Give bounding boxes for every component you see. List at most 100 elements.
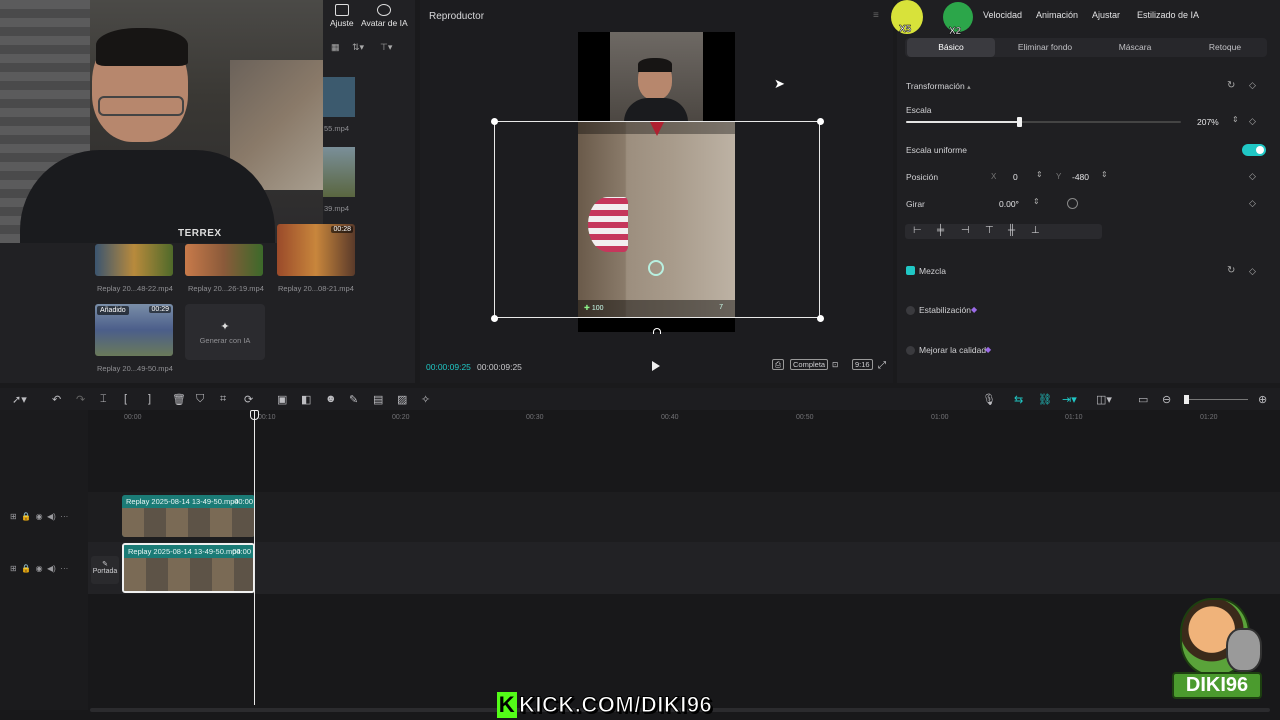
- tab-ajuste[interactable]: Ajuste: [330, 4, 354, 28]
- align-left-icon[interactable]: ⊢: [913, 225, 922, 236]
- grid-view-icon[interactable]: ▦: [331, 42, 340, 53]
- keyframe-blend-icon[interactable]: ◇: [1249, 266, 1256, 277]
- align-center-v-icon[interactable]: ╫: [1008, 225, 1015, 236]
- reset-blend-icon[interactable]: ↻: [1227, 265, 1235, 276]
- image-icon[interactable]: ▨: [397, 393, 407, 406]
- snap-icon[interactable]: ⇆: [1014, 393, 1023, 406]
- scale-slider-knob[interactable]: [1016, 117, 1022, 127]
- sort-icon[interactable]: ⇅▾: [352, 42, 364, 53]
- rotate-handle-icon[interactable]: [653, 328, 661, 334]
- subtab-eliminar-fondo[interactable]: Eliminar fondo: [1001, 38, 1089, 57]
- media-thumb-1[interactable]: [323, 77, 355, 117]
- keyframe-rotate-icon[interactable]: ◇: [1249, 198, 1256, 209]
- person-icon[interactable]: ☻: [325, 393, 337, 405]
- monitor-icon[interactable]: ▭: [1138, 393, 1148, 406]
- keyframe-position-icon[interactable]: ◇: [1249, 171, 1256, 182]
- ripple-icon[interactable]: ⇥▾: [1062, 393, 1077, 406]
- keyframe-transform-icon[interactable]: ◇: [1249, 80, 1256, 91]
- select-tool-icon[interactable]: ➚▾: [12, 393, 27, 406]
- handle-top-left[interactable]: [491, 118, 498, 125]
- nav-ajustar[interactable]: Ajustar: [1092, 10, 1120, 20]
- handle-bottom-right[interactable]: [817, 315, 824, 322]
- speed-icon[interactable]: ⟳: [244, 393, 253, 406]
- nav-velocidad[interactable]: Velocidad: [983, 10, 1022, 20]
- media-thumb-2[interactable]: [323, 147, 355, 197]
- subtab-basico[interactable]: Básico: [907, 38, 995, 57]
- rotate-stepper-icon[interactable]: ⇕: [1033, 197, 1040, 206]
- enhance-checkbox[interactable]: [906, 346, 915, 355]
- microphone-icon[interactable]: 🎙: [982, 393, 996, 406]
- handle-top-right[interactable]: [817, 118, 824, 125]
- clip-track-2[interactable]: Replay 2025-08-14 13-49-50.mp4 00:00: [122, 543, 255, 593]
- layout-icon[interactable]: ◫▾: [1096, 393, 1112, 406]
- track-1-audio-icon[interactable]: ◀): [47, 512, 56, 521]
- align-right-icon[interactable]: ⊣: [961, 225, 970, 236]
- track-2-toggle-icon[interactable]: ⊞: [10, 564, 17, 573]
- scale-slider[interactable]: [906, 117, 1181, 127]
- link-icon[interactable]: ⛓: [1038, 393, 1052, 406]
- nav-animacion[interactable]: Animación: [1036, 10, 1078, 20]
- uniform-scale-toggle[interactable]: [1242, 144, 1266, 156]
- generate-ai-button[interactable]: ✦ Generar con IA: [185, 304, 265, 360]
- zoom-out-icon[interactable]: ⊖: [1162, 393, 1171, 406]
- track-1-toggle-icon[interactable]: ⊞: [10, 512, 17, 521]
- cover-button[interactable]: ✎ Portada: [91, 556, 119, 584]
- play-icon[interactable]: [652, 361, 660, 371]
- split-icon[interactable]: ⌶: [100, 393, 107, 406]
- track-1-lock-icon[interactable]: 🔒: [21, 512, 31, 521]
- rotate-value[interactable]: 0.00°: [999, 199, 1019, 209]
- playhead-handle[interactable]: [250, 410, 259, 420]
- scale-stepper-icon[interactable]: ⇕: [1232, 115, 1239, 124]
- fullscreen-icon[interactable]: ⤢: [878, 360, 886, 371]
- blend-checkbox[interactable]: [906, 266, 915, 275]
- delete-icon[interactable]: 🗑: [172, 393, 186, 406]
- tab-avatar-ia[interactable]: Avatar de IA: [361, 4, 408, 28]
- zoom-slider-knob[interactable]: [1184, 395, 1189, 404]
- trim-end-icon[interactable]: ]: [148, 393, 151, 405]
- track-1-more-icon[interactable]: ···: [60, 512, 68, 521]
- media-thumb-3[interactable]: [95, 244, 173, 276]
- rotate-dial-icon[interactable]: [1067, 198, 1078, 209]
- filter-icon[interactable]: ⊤▾: [380, 42, 392, 53]
- media-thumb-5[interactable]: 00:28: [277, 224, 355, 276]
- magic-icon[interactable]: ✎: [349, 393, 358, 406]
- stabilize-checkbox[interactable]: [906, 306, 915, 315]
- align-center-h-icon[interactable]: ╪: [937, 225, 944, 236]
- reset-transform-icon[interactable]: ↻: [1227, 80, 1235, 91]
- handle-bottom-left[interactable]: [491, 315, 498, 322]
- undo-icon[interactable]: ↶: [52, 393, 61, 406]
- media-thumb-6[interactable]: Añadido 00:29: [95, 304, 173, 356]
- nav-estilizado-ia[interactable]: Estilizado de IA: [1137, 10, 1199, 20]
- pos-x-stepper-icon[interactable]: ⇕: [1036, 170, 1043, 179]
- pos-y-stepper-icon[interactable]: ⇕: [1101, 170, 1108, 179]
- subtitle-icon[interactable]: ▤: [373, 393, 383, 406]
- freeze-icon[interactable]: ▣: [277, 393, 287, 406]
- transform-selection-box[interactable]: [494, 121, 820, 318]
- aspect-ratio-button[interactable]: 9:16: [852, 359, 873, 370]
- align-top-icon[interactable]: ⊤: [985, 225, 994, 236]
- menu-icon[interactable]: ≡: [873, 10, 879, 21]
- keyframe-scale-icon[interactable]: ◇: [1249, 116, 1256, 127]
- crop-icon[interactable]: ⌗: [220, 393, 226, 406]
- trim-start-icon[interactable]: [: [124, 393, 127, 405]
- redo-icon[interactable]: ↷: [76, 393, 85, 406]
- marker-icon[interactable]: ⛉: [196, 393, 204, 406]
- track-2-eye-icon[interactable]: ◉: [36, 564, 43, 573]
- media-thumb-4[interactable]: [185, 244, 263, 276]
- playhead[interactable]: [254, 410, 255, 705]
- transform-title[interactable]: Transformación ▴: [906, 81, 971, 91]
- track-2-audio-icon[interactable]: ◀): [47, 564, 56, 573]
- ai-tools-icon[interactable]: ✧: [421, 393, 430, 406]
- zoom-in-icon[interactable]: ⊕: [1258, 393, 1267, 406]
- subtab-retoque[interactable]: Retoque: [1181, 38, 1269, 57]
- scale-value[interactable]: 207%: [1197, 117, 1219, 127]
- subtab-mascara[interactable]: Máscara: [1091, 38, 1179, 57]
- track-2-more-icon[interactable]: ···: [60, 564, 68, 573]
- zoom-slider[interactable]: [1184, 395, 1248, 404]
- clip-track-1[interactable]: Replay 2025-08-14 13-49-50.mp4 00:00: [122, 495, 255, 537]
- screenshot-icon[interactable]: ⊡: [832, 360, 838, 369]
- track-1-eye-icon[interactable]: ◉: [36, 512, 43, 521]
- pos-y-value[interactable]: -480: [1072, 172, 1089, 182]
- align-bottom-icon[interactable]: ⊥: [1031, 225, 1040, 236]
- track-2-lock-icon[interactable]: 🔒: [21, 564, 31, 573]
